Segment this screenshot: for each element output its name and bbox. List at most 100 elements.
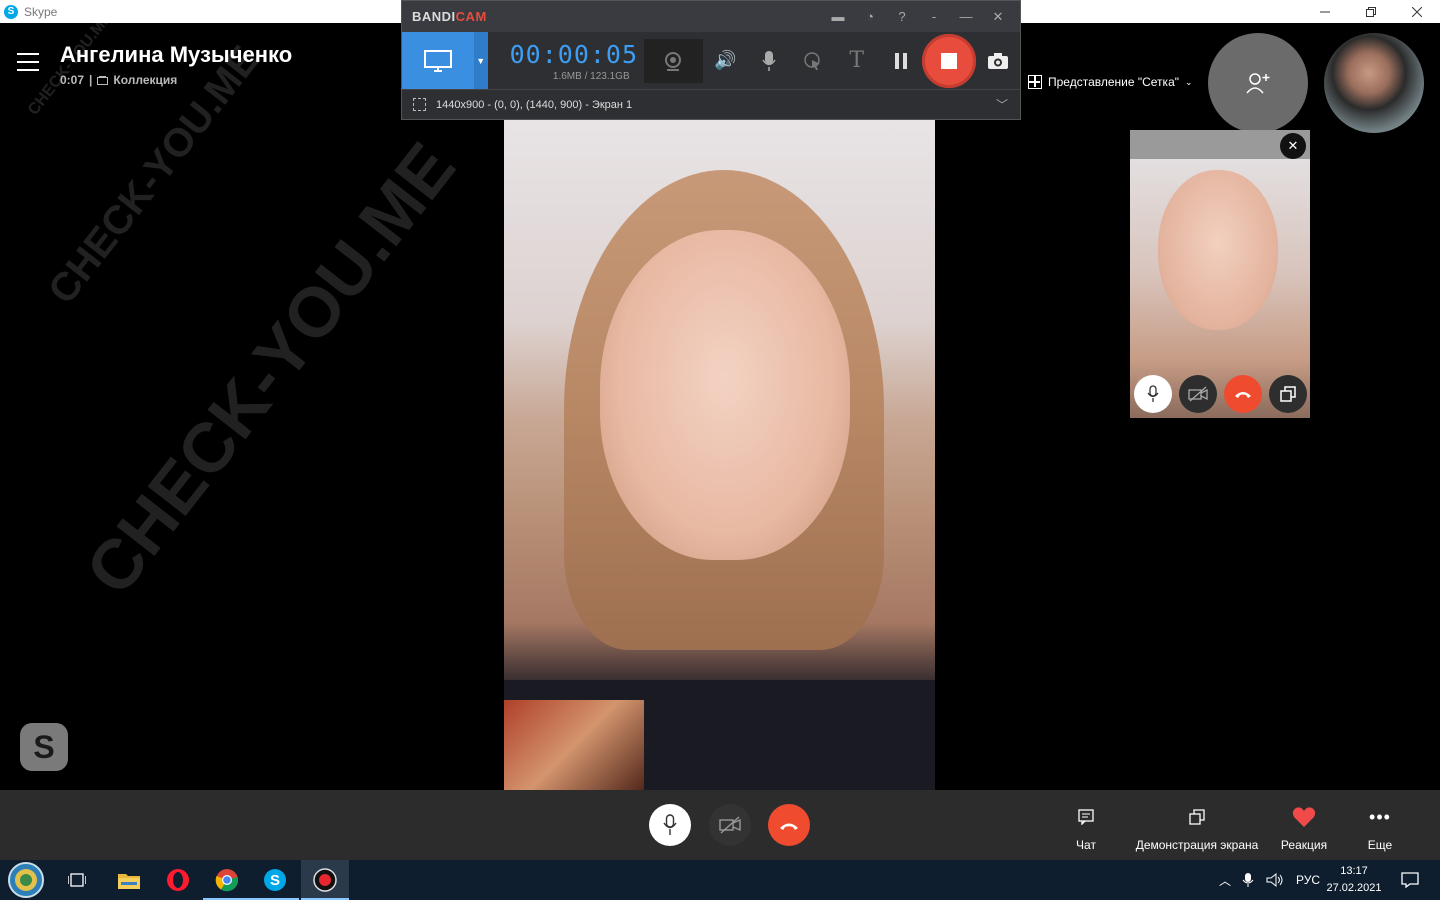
minimize-button[interactable] — [1302, 0, 1348, 23]
chat-icon — [1078, 809, 1094, 825]
system-tray: ︿ РУС — [1216, 860, 1320, 900]
help-icon[interactable]: ? — [886, 9, 918, 24]
screen-mode-button[interactable] — [402, 32, 474, 89]
notifications-button[interactable] — [1390, 860, 1430, 900]
skype-taskbar-button[interactable]: S — [251, 860, 299, 900]
more-button[interactable]: ••• Еще — [1365, 804, 1395, 853]
notification-icon — [1401, 872, 1419, 888]
stop-icon — [941, 52, 958, 69]
popout-icon — [1279, 386, 1296, 402]
collection-icon — [97, 75, 109, 85]
clock-date: 27.02.2021 — [1326, 882, 1382, 894]
end-call-button[interactable] — [768, 804, 810, 846]
bandicam-taskbar-button[interactable] — [301, 860, 349, 900]
heart-icon — [1292, 807, 1316, 827]
remote-video — [504, 120, 935, 790]
skype-logo-icon: S — [4, 4, 18, 19]
self-video-button[interactable] — [1178, 375, 1217, 413]
add-person-icon — [1246, 73, 1270, 94]
self-popout-button[interactable] — [1268, 375, 1307, 413]
recording-size: 1.6MB / 123.1GB — [552, 70, 630, 82]
collection-link[interactable]: Коллекция — [113, 73, 177, 87]
self-mic-button[interactable] — [1133, 375, 1172, 413]
folder-icon[interactable]: ▬ — [822, 9, 854, 24]
language-indicator[interactable]: РУС — [1296, 873, 1320, 887]
menu-button[interactable] — [17, 53, 39, 71]
bandicam-titlebar: BANDICAM ▬ ◔ ? - — ✕ — [402, 1, 1020, 32]
grid-icon — [1028, 75, 1042, 89]
self-end-call-button[interactable] — [1223, 375, 1262, 413]
video-off-icon — [719, 816, 741, 834]
microphone-icon — [663, 814, 677, 835]
add-participant-button[interactable] — [1208, 33, 1308, 133]
chat-button[interactable]: Чат — [1072, 804, 1100, 852]
bandicam-minimize-icon[interactable]: - — [918, 9, 950, 24]
pause-button[interactable] — [879, 32, 923, 89]
video-toggle-button[interactable] — [709, 804, 751, 846]
start-button[interactable] — [2, 860, 50, 900]
explorer-taskbar-button[interactable] — [105, 860, 153, 900]
bandicam-logo: BANDICAM — [412, 9, 487, 24]
microphone-button[interactable] — [747, 32, 791, 89]
task-view-button[interactable] — [53, 860, 101, 900]
opera-icon — [167, 869, 189, 891]
end-call-icon — [1234, 392, 1251, 398]
call-duration: 0:07 — [60, 73, 85, 87]
chevron-down-icon: ⌄ — [1185, 76, 1193, 87]
pause-icon — [894, 52, 907, 69]
chat-label: Чат — [1076, 838, 1096, 852]
expand-chevron-icon[interactable]: ﹀ — [996, 96, 1008, 113]
chrome-taskbar-button[interactable] — [203, 860, 251, 900]
monitor-icon — [423, 49, 452, 72]
minimize-icon — [1320, 11, 1330, 12]
bandicam-minimize-2-icon[interactable]: — — [950, 9, 982, 24]
chevron-down-icon[interactable]: ▼ — [473, 32, 488, 89]
skype-icon: S — [264, 869, 286, 891]
system-clock[interactable]: 13:17 27.02.2021 — [1322, 863, 1386, 897]
stop-recording-button[interactable] — [922, 33, 977, 88]
participant-avatar[interactable] — [1324, 33, 1424, 133]
opera-taskbar-button[interactable] — [154, 860, 202, 900]
camera-icon — [988, 52, 1009, 69]
text-overlay-button[interactable]: T — [835, 32, 879, 89]
mute-button[interactable] — [649, 804, 691, 846]
volume-icon[interactable] — [1266, 872, 1284, 888]
reaction-button[interactable]: Реакция — [1278, 804, 1330, 852]
contact-name: Ангелина Музыченко — [60, 42, 293, 67]
recording-region: 1440x900 - (0, 0), (1440, 900) - Экран 1 — [436, 98, 633, 111]
speaker-button[interactable]: 🔊 — [703, 32, 747, 89]
close-icon — [1412, 6, 1422, 17]
menu-icon — [17, 53, 39, 55]
start-orb-icon — [8, 862, 44, 898]
microphone-icon[interactable] — [1242, 872, 1254, 888]
recording-timer: 00:00:05 — [509, 39, 639, 69]
speaker-icon: 🔊 — [714, 50, 737, 70]
close-button[interactable] — [1394, 0, 1440, 23]
clock-icon[interactable]: ◔ — [854, 9, 886, 24]
region-select-icon[interactable] — [413, 98, 426, 111]
webcam-icon — [665, 51, 682, 71]
self-view-close-button[interactable]: ✕ — [1280, 133, 1306, 159]
task-view-icon — [68, 873, 86, 887]
bandicam-close-icon[interactable]: ✕ — [982, 9, 1014, 25]
webcam-button[interactable] — [643, 38, 704, 83]
share-screen-button[interactable]: Демонстрация экрана — [1134, 804, 1260, 852]
bandicam-recorder: BANDICAM ▬ ◔ ? - — ✕ ▼ 00:00:05 1.6MB / … — [401, 0, 1021, 120]
record-icon — [313, 868, 337, 892]
screenshot-button[interactable] — [976, 32, 1020, 89]
mouse-effect-button[interactable] — [791, 32, 835, 89]
microphone-icon — [762, 50, 776, 71]
self-view: ✕ — [1130, 130, 1310, 418]
cursor-click-icon — [804, 51, 820, 70]
more-dots-icon: ••• — [1369, 806, 1391, 827]
window-title: Skype — [24, 4, 58, 19]
more-label: Еще — [1367, 838, 1393, 852]
chrome-icon — [215, 869, 239, 892]
grid-view-selector[interactable]: Представление "Сетка" ⌄ — [1028, 75, 1193, 89]
share-screen-icon — [1189, 809, 1205, 825]
reaction-label: Реакция — [1280, 838, 1328, 852]
chevron-up-icon[interactable]: ︿ — [1216, 872, 1234, 889]
restore-button[interactable] — [1348, 0, 1394, 23]
text-icon: T — [849, 48, 865, 73]
meta-separator: | — [89, 73, 93, 87]
